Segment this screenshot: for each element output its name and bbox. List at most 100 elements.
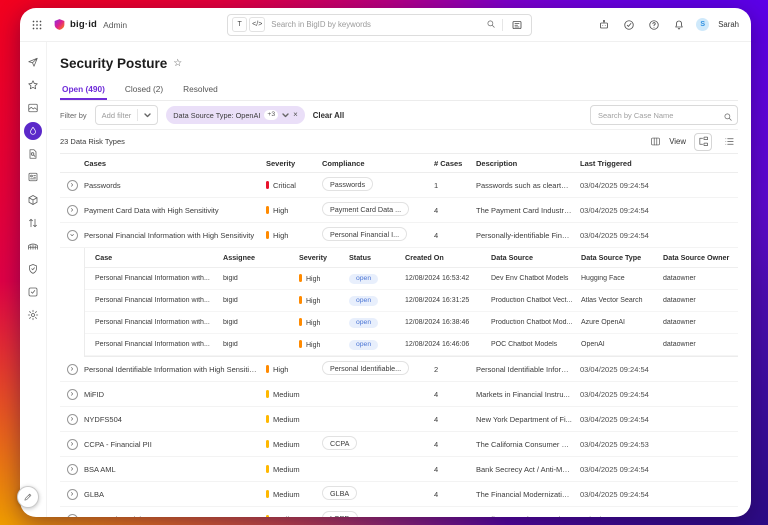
doc-search-icon <box>27 148 39 160</box>
expander-icon[interactable]: › <box>67 414 78 425</box>
tab-bar: Open (490) Closed (2) Resolved <box>60 84 738 101</box>
sidebar-item-retention[interactable] <box>22 257 44 280</box>
column-header: Assignee <box>223 253 299 262</box>
severity-label: High <box>273 231 288 240</box>
table-row[interactable]: ›Personal Identifiable Information with … <box>60 357 738 382</box>
tab-resolved[interactable]: Resolved <box>181 84 220 100</box>
table-row[interactable]: ›GLBAMediumGLBA4The Financial Modernizat… <box>60 482 738 507</box>
edit-fab[interactable] <box>17 486 39 508</box>
table-row[interactable]: ›CCPA - Financial PIIMediumCCPA4The Cali… <box>60 432 738 457</box>
severity-bar <box>266 231 269 239</box>
column-header: Data Source Owner <box>663 253 738 262</box>
sidebar-item-favorites[interactable] <box>22 73 44 96</box>
close-icon[interactable]: × <box>293 111 298 119</box>
table-row[interactable]: ›LGPD - Financial PIIMediumLGPD4Brazil's… <box>60 507 738 517</box>
sidebar-item-inventory[interactable] <box>22 188 44 211</box>
list-view-toggle[interactable] <box>720 133 738 151</box>
bigid-logo[interactable]: big·id Admin <box>53 18 127 31</box>
case-name: Payment Card Data with High Sensitivity <box>84 206 266 215</box>
expander-icon[interactable]: › <box>67 205 78 216</box>
avatar[interactable]: S <box>696 18 709 31</box>
global-search[interactable]: T </> <box>227 14 532 36</box>
sub-table-row[interactable]: Personal Financial Information with...bi… <box>85 268 738 290</box>
chevron-down-icon[interactable] <box>282 113 289 118</box>
tab-open[interactable]: Open (490) <box>60 84 107 100</box>
sidebar-item-classification[interactable] <box>22 165 44 188</box>
table-row[interactable]: ›NYDFS504Medium4New York Department of F… <box>60 407 738 432</box>
add-filter-dropdown[interactable]: Add filter <box>95 105 159 125</box>
case-search-input[interactable] <box>590 105 738 125</box>
check-circle-icon[interactable] <box>621 17 637 33</box>
column-header: # Cases <box>434 159 476 168</box>
sub-table-row[interactable]: Personal Financial Information with...bi… <box>85 334 738 356</box>
case-name: CCPA - Financial PII <box>84 440 266 449</box>
text-search-toggle[interactable]: T <box>232 17 247 32</box>
column-header: Compliance <box>322 159 434 168</box>
case-count: 4 <box>434 390 476 399</box>
expander-icon[interactable]: › <box>67 230 78 241</box>
severity-cell: Critical <box>266 181 322 190</box>
expander-icon[interactable]: › <box>67 489 78 500</box>
logo-text: big·id <box>70 19 97 30</box>
compliance-cell: Payment Card Data ... <box>322 202 434 218</box>
table-row[interactable]: › Payment Card Data with High Sensitivity… <box>60 198 738 223</box>
view-label: View <box>669 137 686 146</box>
global-search-input[interactable] <box>271 20 480 29</box>
help-icon[interactable] <box>646 17 662 33</box>
bot-icon[interactable] <box>596 17 612 33</box>
active-nav-bubble <box>24 122 42 140</box>
sub-table-row[interactable]: Personal Financial Information with...bi… <box>85 312 738 334</box>
severity-label: High <box>273 365 288 374</box>
risk-table: CasesSeverityCompliance# CasesDescriptio… <box>60 153 738 517</box>
column-header: Data Source Type <box>581 253 663 262</box>
sidebar-item-dashboard[interactable] <box>22 96 44 119</box>
sub-table: CaseAssigneeSeverityStatusCreated OnData… <box>84 248 738 357</box>
expander-icon[interactable]: › <box>67 464 78 475</box>
data-source-type: OpenAI <box>581 341 663 348</box>
sub-table-header-row: CaseAssigneeSeverityStatusCreated OnData… <box>85 248 738 268</box>
severity-cell: High <box>299 296 349 305</box>
table-row[interactable]: ›BSA AMLMedium4Bank Secrecy Act / Anti-M… <box>60 457 738 482</box>
search-icon <box>723 109 733 127</box>
sidebar-item-data-flows[interactable] <box>22 211 44 234</box>
sidebar-item-catalog[interactable] <box>22 234 44 257</box>
data-source-owner: dataowner <box>663 341 738 348</box>
compliance-cell: Personal Financial I... <box>322 227 434 243</box>
sidebar-item-policies[interactable] <box>22 280 44 303</box>
status-badge: open <box>349 340 378 350</box>
sidebar-rail <box>20 42 47 517</box>
table-row[interactable]: ›Personal Financial Information with Hig… <box>60 223 738 248</box>
expander-icon[interactable]: › <box>67 180 78 191</box>
divider <box>137 109 138 121</box>
app-launcher-icon[interactable] <box>29 17 45 33</box>
columns-icon[interactable] <box>650 136 661 147</box>
expander-column-header <box>60 154 84 172</box>
sidebar-item-settings[interactable] <box>22 303 44 326</box>
expander-icon[interactable]: › <box>67 514 78 518</box>
severity-bar <box>299 274 302 282</box>
risk-flame-icon <box>28 126 38 136</box>
table-row[interactable]: ›MiFIDMedium4Markets in Financial Instru… <box>60 382 738 407</box>
expander-icon[interactable]: › <box>67 364 78 375</box>
table-row[interactable]: ›PasswordsCriticalPasswords1Passwords su… <box>60 173 738 198</box>
inventory-cube-icon <box>27 194 39 206</box>
sidebar-item-explore[interactable] <box>22 50 44 73</box>
tree-view-toggle[interactable] <box>694 133 712 151</box>
bell-icon[interactable] <box>671 17 687 33</box>
search-mode-toggle: T </> <box>232 17 265 32</box>
sub-table-row[interactable]: Personal Financial Information with...bi… <box>85 290 738 312</box>
expander-cell: › <box>60 173 84 197</box>
favorite-star-icon[interactable]: ☆ <box>173 59 182 69</box>
code-search-toggle[interactable]: </> <box>249 17 265 32</box>
sidebar-item-discovery[interactable] <box>22 142 44 165</box>
sidebar-item-security-posture[interactable] <box>22 119 44 142</box>
case-name: LGPD - Financial PII <box>84 515 266 518</box>
expander-icon[interactable]: › <box>67 389 78 400</box>
tab-closed[interactable]: Closed (2) <box>123 84 165 100</box>
advanced-search-icon[interactable] <box>509 17 525 33</box>
search-icon[interactable] <box>486 16 496 34</box>
clear-all-button[interactable]: Clear All <box>313 111 344 120</box>
expander-cell: › <box>60 482 84 506</box>
expander-icon[interactable]: › <box>67 439 78 450</box>
filter-chip-data-source-type[interactable]: Data Source Type: OpenAI +3 × <box>166 106 305 124</box>
